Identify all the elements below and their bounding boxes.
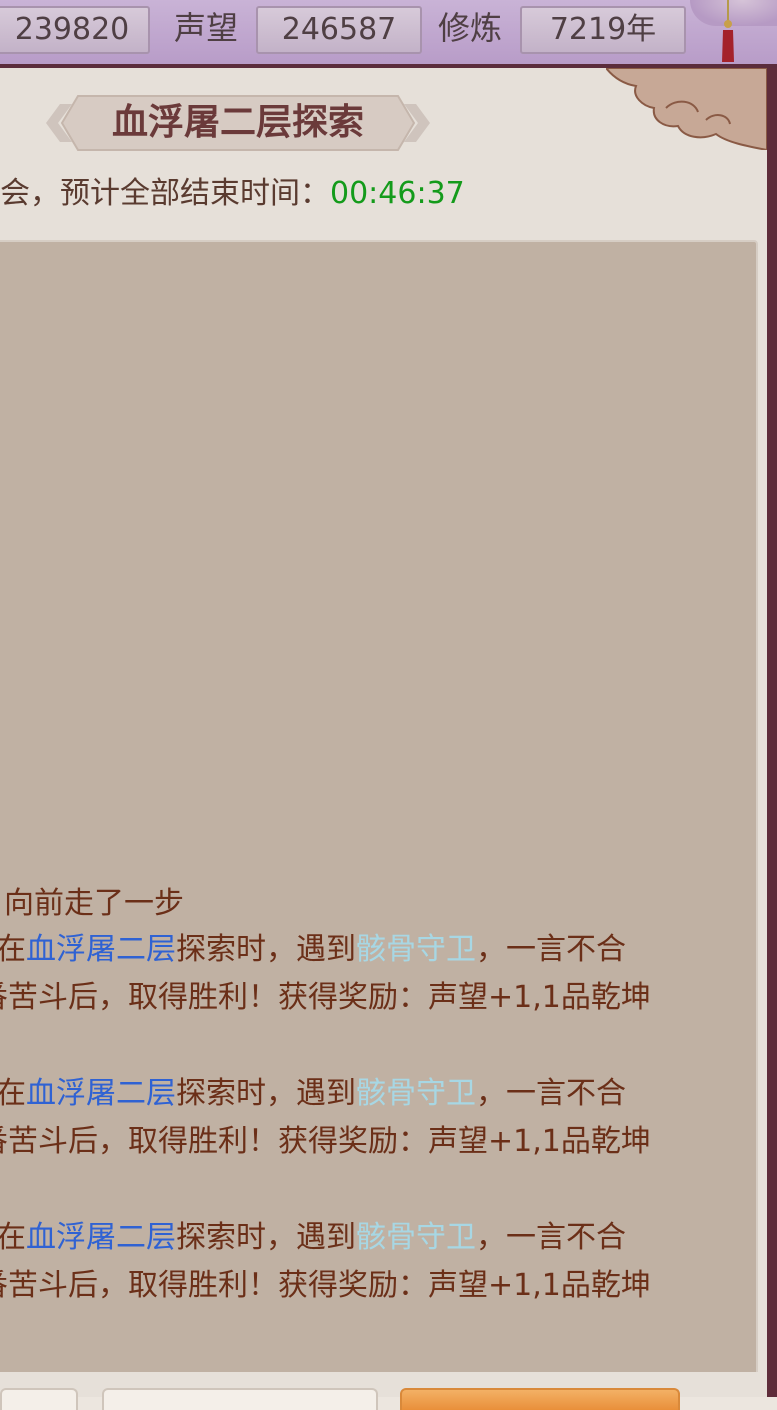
log-enemy-text: 骸骨守卫 [356,932,476,967]
log-plain-text: 番苦斗后，取得胜利！获得奖励：声望+1,1品乾坤 [0,1124,651,1159]
first-stat-text: 239820 [14,12,130,47]
log-plain-text: ，一言不合 [476,1220,626,1255]
log-enemy-text: 骸骨守卫 [356,1076,476,1111]
log-plain-text: 在 [0,932,26,967]
log-plain-text: ，一言不合 [476,1076,626,1111]
cultivation-label: 修炼 [438,9,503,47]
cultivation-value-box: 7219年 [520,6,686,54]
log-plain-text: 在 [0,1076,26,1111]
reputation-value-box: 246587 [256,6,422,54]
log-plain-text: 向前走了一步 [4,886,184,921]
log-plain-text: 探索时，遇到 [176,1076,356,1111]
log-line: 番苦斗后，取得胜利！获得奖励：声望+1,1品乾坤 [0,1264,651,1308]
log-plain-text: 探索时，遇到 [176,932,356,967]
log-plain-text: 番苦斗后，取得胜利！获得奖励：声望+1,1品乾坤 [0,980,651,1015]
log-line: 在血浮屠二层探索时，遇到骸骨守卫，一言不合 [0,1216,626,1260]
log-place-text: 血浮屠二层 [26,1076,176,1111]
reputation-label: 声望 [174,9,239,47]
log-enemy-text: 骸骨守卫 [356,1220,476,1255]
log-plain-text: 在 [0,1220,26,1255]
end-time: 00:46:37 [330,176,465,211]
log-plain-text: 番苦斗后，取得胜利！获得奖励：声望+1,1品乾坤 [0,1268,651,1303]
cloud-ornament-icon [606,68,767,150]
log-line: 番苦斗后，取得胜利！获得奖励：声望+1,1品乾坤 [0,976,651,1020]
first-stat-value: 239820 [0,6,150,54]
exploration-log[interactable]: 向前走了一步在血浮屠二层探索时，遇到骸骨守卫，一言不合番苦斗后，取得胜利！获得奖… [0,240,758,1376]
status-prefix: 会，预计全部结束时间： [0,176,330,211]
log-plain-text: 探索时，遇到 [176,1220,356,1255]
log-line: 番苦斗后，取得胜利！获得奖励：声望+1,1品乾坤 [0,1120,651,1164]
reputation-value: 246587 [281,12,397,47]
log-line: 向前走了一步 [4,882,184,926]
log-plain-text: ，一言不合 [476,932,626,967]
confirm-button[interactable] [400,1388,680,1410]
status-line: 会，预计全部结束时间：00:46:37 [0,172,465,216]
log-line: 在血浮屠二层探索时，遇到骸骨守卫，一言不合 [0,1072,626,1116]
log-place-text: 血浮屠二层 [26,932,176,967]
tassel-icon [722,0,734,62]
log-place-text: 血浮屠二层 [26,1220,176,1255]
middle-button[interactable] [102,1388,378,1410]
log-line: 在血浮屠二层探索时，遇到骸骨守卫，一言不合 [0,928,626,972]
cultivation-value: 7219年 [549,12,657,47]
panel-title: 血浮屠二层探索 [111,102,364,143]
left-button[interactable] [0,1388,78,1410]
